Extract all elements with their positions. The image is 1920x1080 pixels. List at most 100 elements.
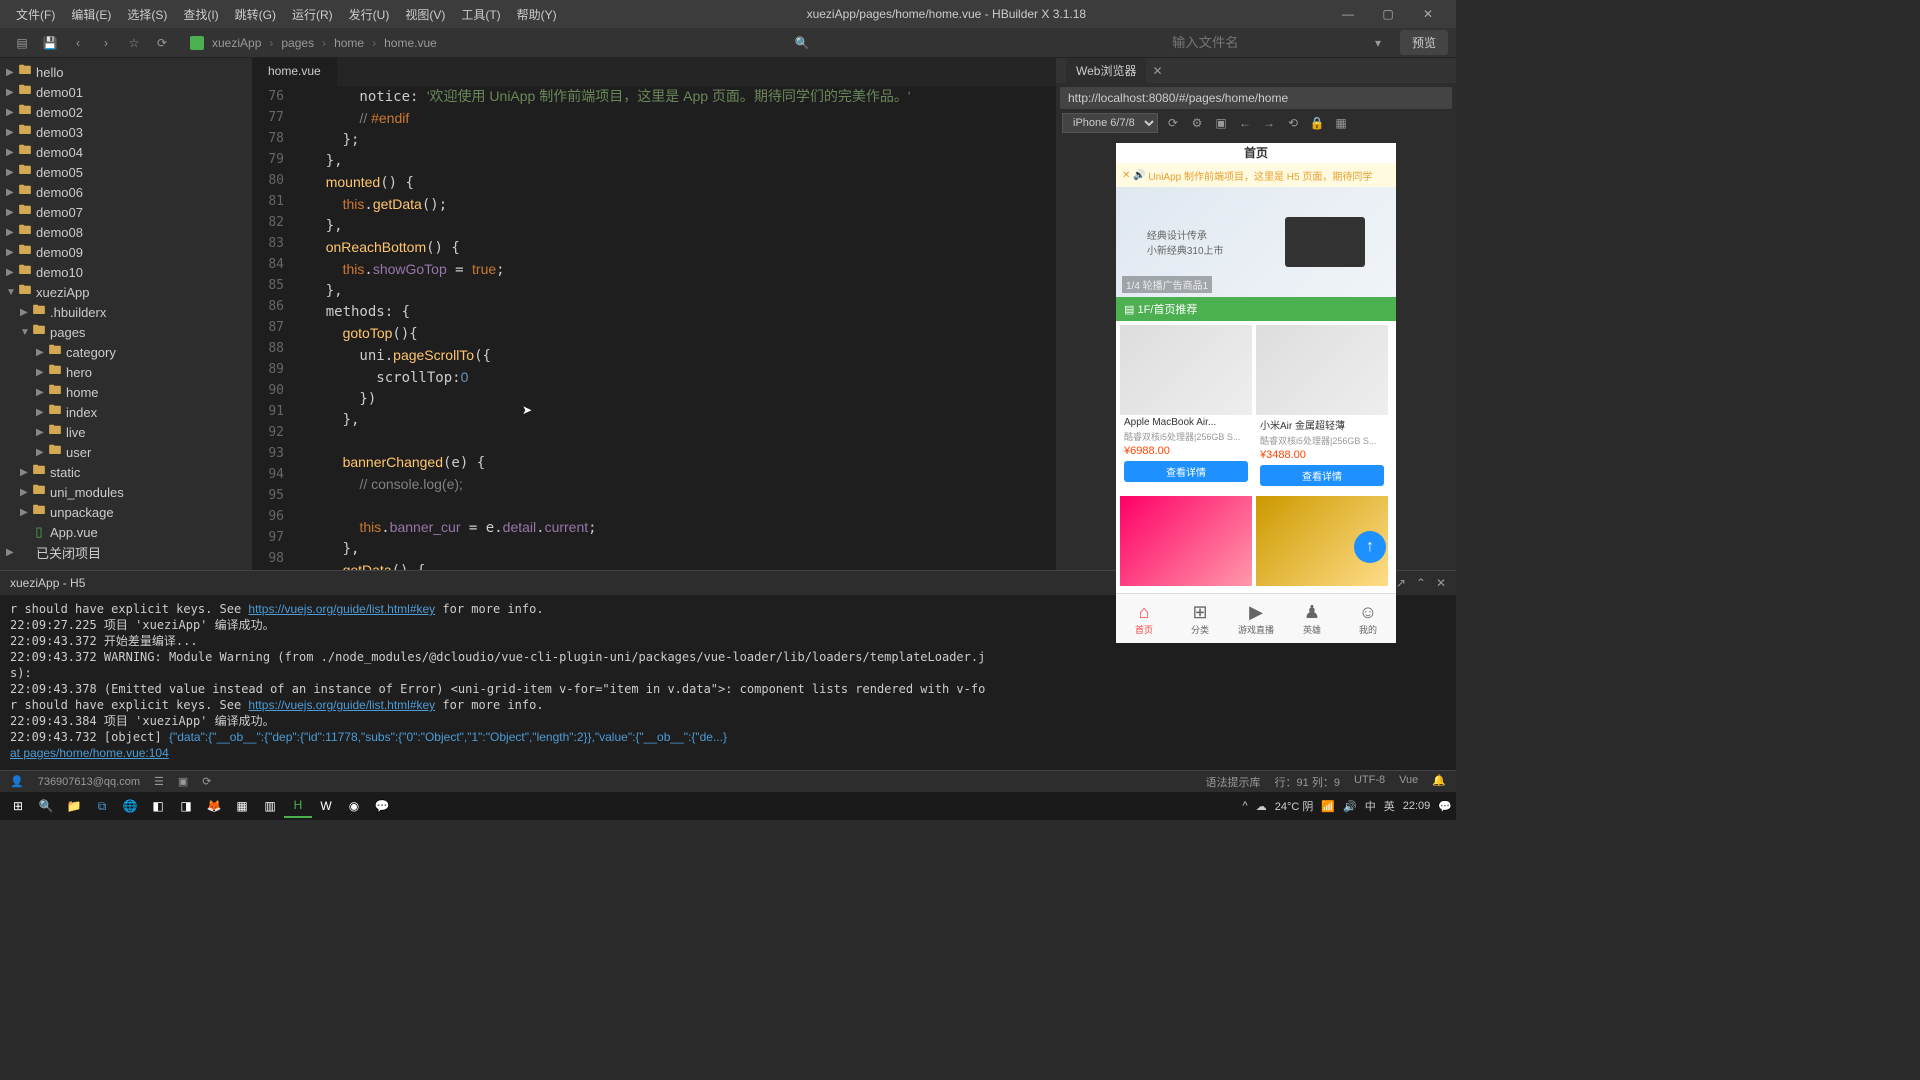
url-input[interactable]: http://localhost:8080/#/pages/home/home <box>1060 87 1452 109</box>
preview-tab[interactable]: Web浏览器 <box>1066 58 1146 83</box>
weather-icon[interactable]: ☁ <box>1256 800 1267 813</box>
chevron-icon[interactable]: ▶ <box>6 267 18 278</box>
code-content[interactable]: notice: '欢迎使用 UniApp 制作前端项目，这里是 App 页面。期… <box>292 86 1056 570</box>
word-icon[interactable]: W <box>312 794 340 818</box>
goto-top-button[interactable]: ↑ <box>1354 531 1386 563</box>
tree-item[interactable]: ▶🖿index <box>0 402 252 422</box>
clock[interactable]: 22:09 <box>1403 800 1431 812</box>
chevron-icon[interactable]: ▶ <box>36 387 48 398</box>
menu-item[interactable]: 工具(T) <box>453 6 508 23</box>
breadcrumb-item[interactable]: home <box>334 36 364 50</box>
tree-item[interactable]: ▶🖿demo06 <box>0 182 252 202</box>
chevron-icon[interactable]: ▶ <box>6 147 18 158</box>
list-icon[interactable]: ☰ <box>154 775 164 788</box>
network-icon[interactable]: 📶 <box>1321 800 1335 813</box>
menu-item[interactable]: 选择(S) <box>119 6 175 23</box>
terminal-icon[interactable]: ▣ <box>178 775 188 788</box>
tree-item[interactable]: ▶🖿demo04 <box>0 142 252 162</box>
breadcrumb-item[interactable]: home.vue <box>384 36 437 50</box>
chevron-icon[interactable]: ▶ <box>36 407 48 418</box>
chevron-icon[interactable]: ▼ <box>20 327 32 338</box>
tree-item[interactable]: ▶已关闭项目 <box>0 542 252 562</box>
tree-item[interactable]: ▶🖿demo01 <box>0 82 252 102</box>
tree-item[interactable]: ▶🖿hello <box>0 62 252 82</box>
reload-icon[interactable]: ⟳ <box>1164 114 1182 132</box>
chevron-icon[interactable]: ▶ <box>36 427 48 438</box>
tab-item[interactable]: ☺我的 <box>1340 594 1396 643</box>
tree-item[interactable]: ▶🖿uni_modules <box>0 482 252 502</box>
tree-item[interactable]: ▶🖿demo02 <box>0 102 252 122</box>
tab-item[interactable]: ♟英雄 <box>1284 594 1340 643</box>
chevron-icon[interactable]: ▶ <box>6 67 18 78</box>
chrome-icon[interactable]: 🌐 <box>116 794 144 818</box>
menu-item[interactable]: 视图(V) <box>397 6 453 23</box>
tree-item[interactable]: ▶🖿demo10 <box>0 262 252 282</box>
screenshot-icon[interactable]: ▣ <box>1212 114 1230 132</box>
tree-item[interactable]: ▶🖿category <box>0 342 252 362</box>
settings-icon[interactable]: ⚙ <box>1188 114 1206 132</box>
star-icon[interactable]: ☆ <box>122 31 146 55</box>
tree-item[interactable]: ▶🖿demo07 <box>0 202 252 222</box>
tree-item[interactable]: ▶🖿hero <box>0 362 252 382</box>
view-detail-button[interactable]: 查看详情 <box>1124 461 1248 482</box>
forward-icon[interactable]: › <box>94 31 118 55</box>
chevron-icon[interactable]: ▼ <box>6 287 18 298</box>
vscode-icon[interactable]: ⧉ <box>88 794 116 818</box>
phone-preview[interactable]: 首页 ✕ 🔊 UniApp 制作前端项目，这里是 H5 页面，期待同学 经典设计… <box>1116 143 1396 643</box>
nav-reload-icon[interactable]: ⟲ <box>1284 114 1302 132</box>
chevron-icon[interactable]: ▶ <box>6 87 18 98</box>
tab-item[interactable]: ⌂首页 <box>1116 594 1172 643</box>
volume-icon[interactable]: 🔊 <box>1343 800 1357 813</box>
product-card[interactable]: 小米Air 金属超轻薄 酷睿双核i5处理器|256GB S... ¥3488.0… <box>1256 325 1388 488</box>
status-language[interactable]: Vue <box>1399 774 1418 790</box>
breadcrumb[interactable]: xueziApp › pages › home › home.vue <box>186 36 441 50</box>
code-editor[interactable]: home.vue 76 77 78 79 80 81 82 83 84 85 8… <box>252 58 1056 570</box>
app-icon[interactable]: ◉ <box>340 794 368 818</box>
chevron-icon[interactable]: ▶ <box>6 107 18 118</box>
tab-item[interactable]: ⊞分类 <box>1172 594 1228 643</box>
chevron-icon[interactable]: ▶ <box>36 447 48 458</box>
chevron-icon[interactable]: ▶ <box>6 187 18 198</box>
chevron-icon[interactable]: ▶ <box>6 547 18 558</box>
refresh-icon[interactable]: ⟳ <box>150 31 174 55</box>
preview-button[interactable]: 预览 <box>1400 30 1448 55</box>
status-encoding[interactable]: UTF-8 <box>1354 774 1385 790</box>
tree-item[interactable]: ▶🖿live <box>0 422 252 442</box>
new-file-icon[interactable]: ▤ <box>10 31 34 55</box>
tree-item[interactable]: ▶🖿unpackage <box>0 502 252 522</box>
chevron-icon[interactable]: ▶ <box>20 467 32 478</box>
product-card[interactable] <box>1120 496 1252 586</box>
device-select[interactable]: iPhone 6/7/8 <box>1062 113 1158 133</box>
menu-item[interactable]: 跳转(G) <box>227 6 284 23</box>
save-icon[interactable]: 💾 <box>38 31 62 55</box>
back-icon[interactable]: ‹ <box>66 31 90 55</box>
close-notice-icon[interactable]: ✕ <box>1122 170 1130 181</box>
product-card[interactable]: Apple MacBook Air... 酷睿双核i5处理器|256GB S..… <box>1120 325 1252 488</box>
tree-item[interactable]: ▶🖿demo05 <box>0 162 252 182</box>
menu-item[interactable]: 运行(R) <box>284 6 341 23</box>
menu-item[interactable]: 编辑(E) <box>63 6 119 23</box>
editor-tab[interactable]: home.vue <box>252 58 337 86</box>
app-icon[interactable]: ◨ <box>172 794 200 818</box>
app-icon[interactable]: ▥ <box>256 794 284 818</box>
hbuilder-icon[interactable]: H <box>284 794 312 818</box>
chevron-icon[interactable]: ▶ <box>6 207 18 218</box>
wechat-icon[interactable]: 💬 <box>368 794 396 818</box>
close-preview-icon[interactable]: ✕ <box>1152 64 1162 78</box>
menu-item[interactable]: 帮助(Y) <box>509 6 565 23</box>
explorer-icon[interactable]: 📁 <box>60 794 88 818</box>
tree-item[interactable]: ▶🖿home <box>0 382 252 402</box>
file-explorer[interactable]: ▶🖿hello▶🖿demo01▶🖿demo02▶🖿demo03▶🖿demo04▶… <box>0 58 252 570</box>
tab-item[interactable]: ▶游戏直播 <box>1228 594 1284 643</box>
sync-icon[interactable]: ⟳ <box>202 775 211 788</box>
tree-item[interactable]: ▯App.vue <box>0 522 252 542</box>
tree-item[interactable]: ▶🖿user <box>0 442 252 462</box>
user-icon[interactable]: 👤 <box>10 775 24 788</box>
tree-item[interactable]: ▼🖿pages <box>0 322 252 342</box>
tree-item[interactable]: ▶🖿.hbuilderx <box>0 302 252 322</box>
start-icon[interactable]: ⊞ <box>4 794 32 818</box>
chevron-icon[interactable]: ▶ <box>6 127 18 138</box>
notification-icon[interactable]: 💬 <box>1438 800 1452 813</box>
chevron-icon[interactable]: ▶ <box>20 307 32 318</box>
search-task-icon[interactable]: 🔍 <box>32 794 60 818</box>
